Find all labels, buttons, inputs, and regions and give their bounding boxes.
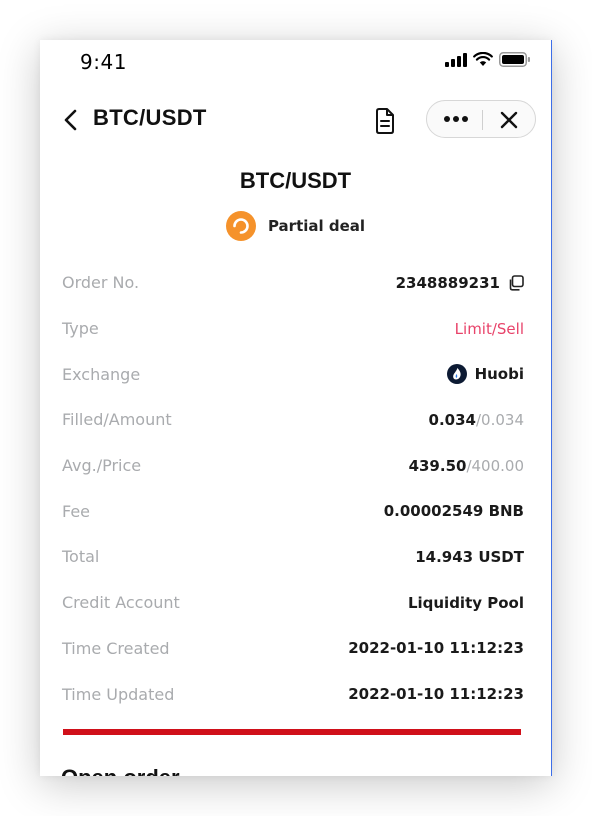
detail-row-exchange: Exchange Huobi bbox=[62, 351, 524, 397]
navigation-bar: BTC/USDT bbox=[40, 96, 551, 144]
detail-row-filled: Filled/Amount 0.034 /0.034 bbox=[62, 397, 524, 443]
order-status: Partial deal bbox=[40, 211, 551, 241]
detail-row-credit-account: Credit Account Liquidity Pool bbox=[62, 580, 524, 626]
fee-label: Fee bbox=[62, 501, 91, 521]
type-value: Limit/Sell bbox=[454, 319, 524, 338]
signal-icon bbox=[445, 52, 467, 67]
capsule-divider bbox=[482, 110, 483, 130]
credit-account-label: Credit Account bbox=[62, 593, 180, 613]
time-updated-value: 2022-01-10 11:12:23 bbox=[348, 685, 524, 704]
order-details: Order No. 2348889231 Type Limit/Sell Exc… bbox=[62, 260, 524, 717]
filled-label: Filled/Amount bbox=[62, 410, 172, 430]
filled-amount: 0.034 bbox=[428, 410, 476, 429]
detail-row-fee: Fee 0.00002549 BNB bbox=[62, 488, 524, 534]
total-label: Total bbox=[62, 547, 100, 567]
total-amount: /0.034 bbox=[476, 410, 524, 429]
exchange-label: Exchange bbox=[62, 364, 141, 384]
battery-icon bbox=[499, 52, 530, 67]
detail-row-type: Type Limit/Sell bbox=[62, 306, 524, 352]
status-bar: 9:41 bbox=[40, 40, 551, 86]
close-icon[interactable] bbox=[497, 109, 521, 131]
detail-row-total: Total 14.943 USDT bbox=[62, 534, 524, 580]
phone-screen: 9:41 BTC/USDT BTC/USDT Partial deal Orde… bbox=[40, 40, 552, 776]
fee-value: 0.00002549 BNB bbox=[383, 502, 524, 521]
detail-row-avg-price: Avg./Price 439.50 /400.00 bbox=[62, 443, 524, 489]
avg-price: 439.50 bbox=[408, 456, 467, 475]
time-updated-label: Time Updated bbox=[62, 684, 175, 704]
section-divider bbox=[63, 729, 521, 735]
back-arrow-icon[interactable] bbox=[60, 106, 84, 134]
time-created-label: Time Created bbox=[62, 638, 170, 658]
open-order-heading: Open order bbox=[61, 765, 180, 776]
status-icons bbox=[445, 52, 531, 67]
pair-title: BTC/USDT bbox=[239, 168, 352, 193]
detail-row-time-updated: Time Updated 2022-01-10 11:12:23 bbox=[62, 671, 524, 717]
huobi-logo-icon bbox=[446, 364, 467, 385]
status-label: Partial deal bbox=[267, 217, 366, 235]
time-created-value: 2022-01-10 11:12:23 bbox=[348, 639, 524, 658]
limit-price: /400.00 bbox=[466, 456, 524, 475]
avg-price-value: 439.50 /400.00 bbox=[409, 457, 524, 475]
detail-row-time-created: Time Created 2022-01-10 11:12:23 bbox=[62, 626, 524, 672]
detail-row-order-no: Order No. 2348889231 bbox=[62, 260, 524, 306]
copy-icon[interactable] bbox=[508, 275, 524, 291]
type-label: Type bbox=[62, 319, 99, 339]
exchange-name: Huobi bbox=[474, 365, 524, 384]
nav-title: BTC/USDT bbox=[93, 105, 207, 130]
exchange-value: Huobi bbox=[446, 364, 524, 385]
filled-value: 0.034 /0.034 bbox=[429, 411, 524, 429]
order-no-text: 2348889231 bbox=[395, 273, 500, 292]
more-options-icon[interactable] bbox=[441, 109, 471, 129]
mini-program-capsule bbox=[426, 100, 536, 138]
document-icon[interactable] bbox=[373, 107, 397, 135]
order-no-label: Order No. bbox=[62, 273, 140, 293]
partial-status-icon bbox=[225, 211, 256, 241]
wifi-icon bbox=[473, 52, 493, 66]
total-value: 14.943 USDT bbox=[415, 547, 524, 566]
order-no-value: 2348889231 bbox=[396, 274, 524, 292]
status-time: 9:41 bbox=[80, 50, 127, 74]
credit-account-value: Liquidity Pool bbox=[407, 593, 524, 612]
avg-price-label: Avg./Price bbox=[62, 456, 142, 476]
